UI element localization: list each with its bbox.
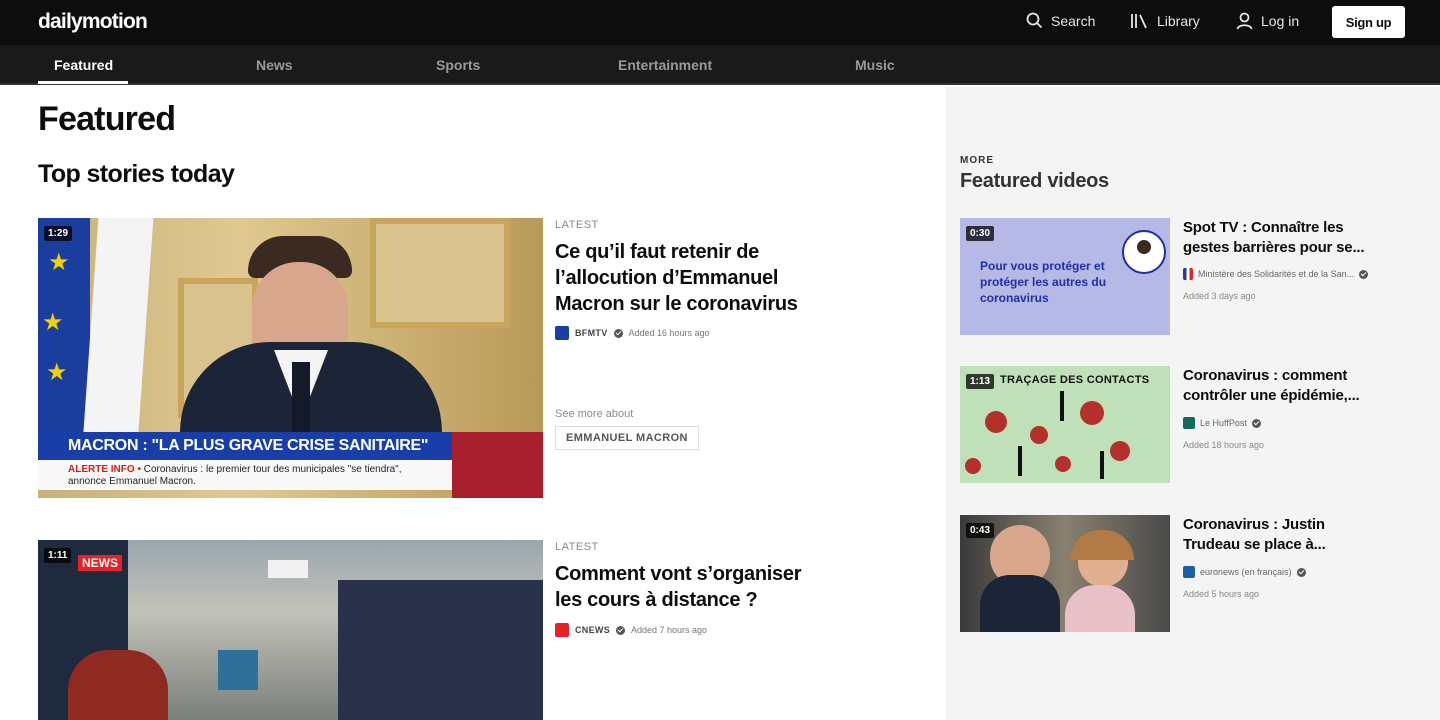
library-icon (1131, 14, 1147, 29)
speaker-figure (292, 362, 310, 432)
search-button[interactable]: Search (1026, 12, 1095, 29)
top-navigation-bar: dailymotion Search Library Log in Sign u… (0, 0, 1440, 45)
ceiling-light-decoration (268, 560, 308, 578)
virus-illustration (1030, 426, 1048, 444)
channel-name[interactable]: Ministère des Solidarités et de la San..… (1198, 269, 1354, 279)
active-tab-indicator (38, 81, 128, 84)
sign-language-inset (1137, 240, 1151, 254)
story-title-line: l’allocution d’Emmanuel (555, 267, 779, 289)
channel-logo[interactable] (555, 326, 569, 340)
video-thumbnail[interactable]: Pour vous protéger et protéger les autre… (960, 218, 1170, 335)
alert-label: ALERTE INFO • (68, 464, 141, 475)
sign-up-button[interactable]: Sign up (1332, 6, 1405, 38)
virus-illustration (965, 458, 981, 474)
stick-figure-illustration (1100, 451, 1104, 479)
video-title[interactable]: Spot TV : Connaître les gestes barrières… (1183, 218, 1383, 258)
login-button[interactable]: Log in (1236, 12, 1299, 30)
category-tabs: Featured News Sports Entertainment Music (0, 45, 1440, 85)
login-label: Log in (1261, 13, 1300, 29)
story-meta: BFMTV Added 16 hours ago (555, 326, 710, 340)
channel-logo[interactable] (1183, 566, 1195, 578)
tab-music[interactable]: Music (855, 57, 895, 73)
thumbnail-caption: TRAÇAGE DES CONTACTS (1000, 374, 1150, 386)
story-meta: CNEWS Added 7 hours ago (555, 623, 707, 637)
featured-videos-title: Featured videos (960, 170, 1109, 192)
story-label: LATEST (555, 541, 599, 553)
verified-icon (1296, 567, 1306, 577)
library-button[interactable]: Library (1130, 12, 1200, 29)
video-meta: Ministère des Solidarités et de la San..… (1183, 268, 1369, 280)
section-title: Top stories today (38, 160, 235, 188)
story-title-line: les cours à distance ? (555, 589, 758, 611)
gold-frame-decoration (370, 218, 510, 328)
added-time: Added 3 days ago (1183, 291, 1256, 301)
user-icon (1236, 12, 1253, 30)
channel-logo[interactable] (1183, 417, 1195, 429)
dailymotion-logo[interactable]: dailymotion (38, 10, 148, 34)
video-meta: Le HuffPost (1183, 417, 1261, 429)
added-time: Added 5 hours ago (1183, 589, 1260, 599)
video-duration: 1:29 (44, 226, 73, 241)
channel-name[interactable]: BFMTV (575, 328, 608, 338)
person-figure (1065, 585, 1135, 632)
news-ticker-text: ALERTE INFO • Coronavirus : le premier t… (68, 464, 438, 488)
channel-name[interactable]: CNEWS (575, 625, 610, 635)
virus-illustration (1110, 441, 1130, 461)
tab-sports[interactable]: Sports (436, 57, 480, 73)
verified-icon (616, 625, 625, 635)
cnews-badge: NEWS (78, 555, 122, 571)
video-title[interactable]: Coronavirus : Justin Trudeau se place à.… (1183, 515, 1383, 555)
channel-name[interactable]: Le HuffPost (1200, 418, 1247, 428)
star-icon: ★ (48, 249, 70, 276)
virus-illustration (985, 411, 1007, 433)
computer-screen-decoration (218, 650, 258, 690)
stick-figure-illustration (1060, 391, 1064, 421)
channel-name[interactable]: euronews (en français) (1200, 567, 1292, 577)
classroom-foreground (338, 580, 543, 720)
added-time: Added 18 hours ago (1183, 440, 1265, 450)
star-icon: ★ (42, 309, 64, 336)
video-title[interactable]: Coronavirus : comment contrôler une épid… (1183, 366, 1383, 406)
stick-figure-illustration (1018, 446, 1022, 476)
page-title: Featured (38, 100, 176, 138)
more-label: MORE (960, 155, 994, 166)
video-duration: 1:11 (44, 548, 72, 563)
person-figure (980, 575, 1060, 632)
news-inset-image (452, 432, 543, 498)
topic-tag[interactable]: EMMANUEL MACRON (555, 426, 699, 450)
library-label: Library (1157, 12, 1200, 29)
backpack-decoration (68, 650, 168, 720)
thumbnail-caption: Pour vous protéger et protéger les autre… (980, 259, 1107, 305)
story-title-line: Ce qu’il faut retenir de (555, 241, 759, 263)
video-duration: 0:43 (966, 523, 995, 538)
story-title-line: Comment vont s’organiser (555, 563, 802, 585)
verified-icon (613, 328, 623, 338)
video-duration: 1:13 (966, 374, 995, 389)
story-title[interactable]: Comment vont s’organiser les cours à dis… (555, 561, 801, 613)
channel-logo[interactable] (555, 623, 569, 637)
search-icon (1026, 12, 1043, 29)
added-time: Added 7 hours ago (631, 625, 708, 635)
video-duration: 0:30 (966, 226, 995, 241)
tab-featured[interactable]: Featured (54, 57, 113, 73)
news-banner-headline: MACRON : "LA PLUS GRAVE CRISE SANITAIRE" (68, 437, 429, 454)
video-meta: euronews (en français) (1183, 566, 1306, 578)
channel-logo[interactable] (1183, 268, 1193, 280)
tab-news[interactable]: News (256, 57, 293, 73)
story-label: LATEST (555, 219, 599, 231)
see-more-label: See more about (555, 408, 634, 420)
video-thumbnail[interactable]: TRAÇAGE DES CONTACTS 1:13 (960, 366, 1170, 483)
verified-icon (1251, 418, 1261, 428)
verified-icon (1359, 269, 1369, 279)
virus-illustration (1055, 456, 1071, 472)
virus-illustration (1080, 401, 1104, 425)
search-label: Search (1051, 12, 1096, 29)
story-title[interactable]: Ce qu’il faut retenir de l’allocution d’… (555, 239, 798, 317)
added-time: Added 16 hours ago (628, 328, 710, 338)
story-title-line: Macron sur le coronavirus (555, 293, 798, 315)
video-thumbnail[interactable]: 0:43 (960, 515, 1170, 632)
tab-entertainment[interactable]: Entertainment (618, 57, 712, 73)
star-icon: ★ (46, 359, 68, 386)
